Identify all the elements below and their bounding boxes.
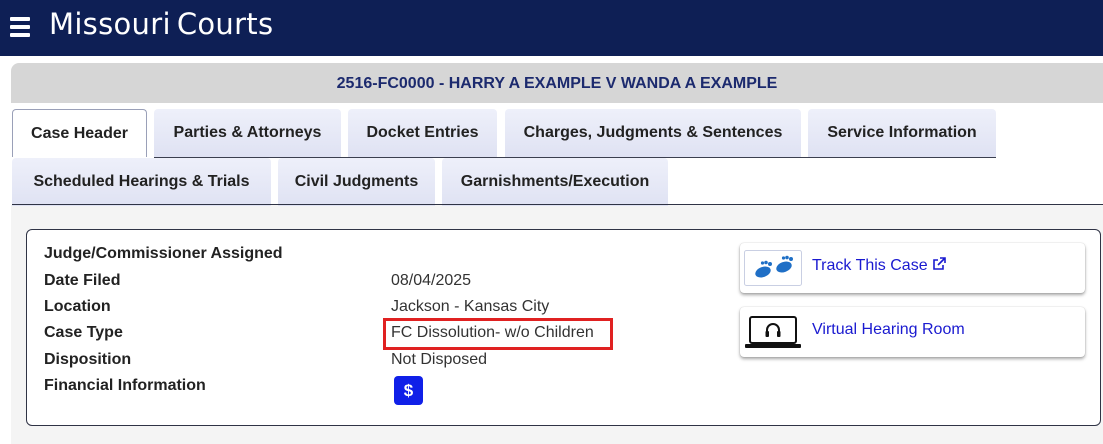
tab-case-header[interactable]: Case Header: [12, 109, 147, 157]
tab-label: Garnishments/Execution: [460, 173, 650, 190]
top-bar: Missouri Courts: [0, 0, 1103, 56]
tab-garnishments-execution[interactable]: Garnishments/Execution: [442, 158, 668, 206]
tab-label: Scheduled Hearings & Trials: [33, 173, 250, 190]
virtual-hearing-room-link[interactable]: Virtual Hearing Room: [812, 321, 965, 339]
tab-label: Docket Entries: [366, 124, 479, 141]
tab-civil-judgments[interactable]: Civil Judgments: [278, 158, 435, 206]
track-case-card[interactable]: Track This Case: [740, 243, 1085, 293]
footprints-icon: [744, 250, 802, 286]
tab-label: Charges, Judgments & Sentences: [523, 124, 783, 141]
location-label: Location: [44, 298, 111, 315]
tab-label: Civil Judgments: [294, 173, 419, 190]
tab-charges-judgments-sentences[interactable]: Charges, Judgments & Sentences: [505, 109, 801, 157]
tab-service-information[interactable]: Service Information: [808, 109, 996, 157]
tab-parties-attorneys[interactable]: Parties & Attorneys: [154, 109, 341, 157]
tab-label: Service Information: [827, 124, 977, 141]
location-value: Jackson - Kansas City: [391, 298, 550, 315]
tab-label: Parties & Attorneys: [173, 124, 322, 141]
disposition-value: Not Disposed: [391, 351, 488, 368]
case-caption: 2516-FC0000 - HARRY A EXAMPLE V WANDA A …: [11, 63, 1103, 103]
tab-docket-entries[interactable]: Docket Entries: [348, 109, 497, 157]
menu-icon[interactable]: [10, 17, 30, 37]
date-filed-label: Date Filed: [44, 272, 121, 289]
virtual-hearing-card[interactable]: Virtual Hearing Room: [740, 307, 1085, 357]
case-type-highlight: [383, 318, 613, 350]
case-type-label: Case Type: [44, 324, 123, 341]
brand-word-missouri: Missouri: [49, 7, 171, 41]
site-brand[interactable]: Missouri Courts: [49, 7, 273, 41]
tab-scheduled-hearings-trials[interactable]: Scheduled Hearings & Trials: [12, 158, 271, 206]
financial-information-label: Financial Information: [44, 377, 206, 394]
date-filed-value: 08/04/2025: [391, 272, 472, 289]
track-this-case-label: Track This Case: [812, 257, 928, 274]
brand-word-courts: Courts: [176, 7, 274, 41]
track-this-case-link[interactable]: Track This Case: [812, 257, 946, 275]
laptop-headset-icon: [744, 314, 802, 350]
tab-content-divider: [12, 204, 1103, 205]
external-link-icon: [933, 257, 946, 270]
tab-label: Case Header: [31, 124, 128, 142]
financial-information-button[interactable]: $: [394, 376, 423, 405]
dollar-icon: $: [403, 380, 414, 400]
disposition-label: Disposition: [44, 351, 132, 368]
judge-label: Judge/Commissioner Assigned: [44, 245, 283, 262]
